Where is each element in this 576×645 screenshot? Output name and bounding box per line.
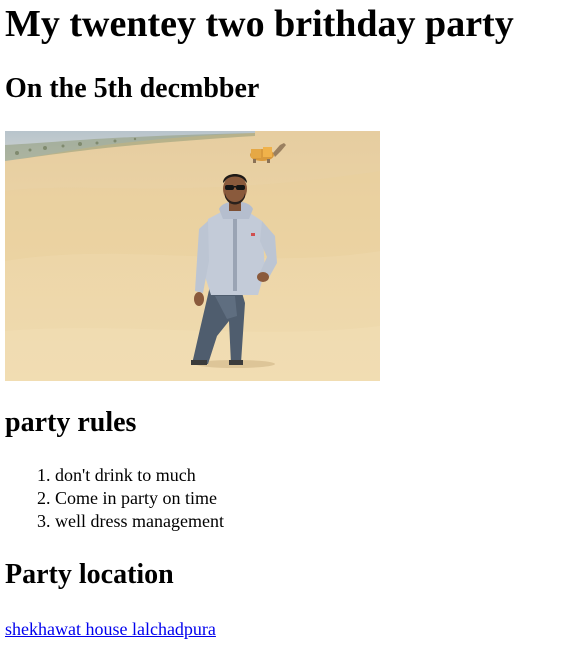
- list-item: well dress management: [55, 510, 555, 533]
- location-heading: Party location: [5, 559, 174, 590]
- list-item: don't drink to much: [55, 464, 555, 487]
- rules-heading: party rules: [5, 407, 137, 438]
- list-item: Come in party on time: [55, 487, 555, 510]
- rules-list: don't drink to much Come in party on tim…: [5, 464, 555, 533]
- location-link[interactable]: shekhawat house lalchadpura: [5, 618, 216, 640]
- party-photo: [5, 131, 380, 381]
- page-title: My twentey two brithday party: [5, 3, 514, 45]
- date-heading: On the 5th decmbber: [5, 73, 260, 104]
